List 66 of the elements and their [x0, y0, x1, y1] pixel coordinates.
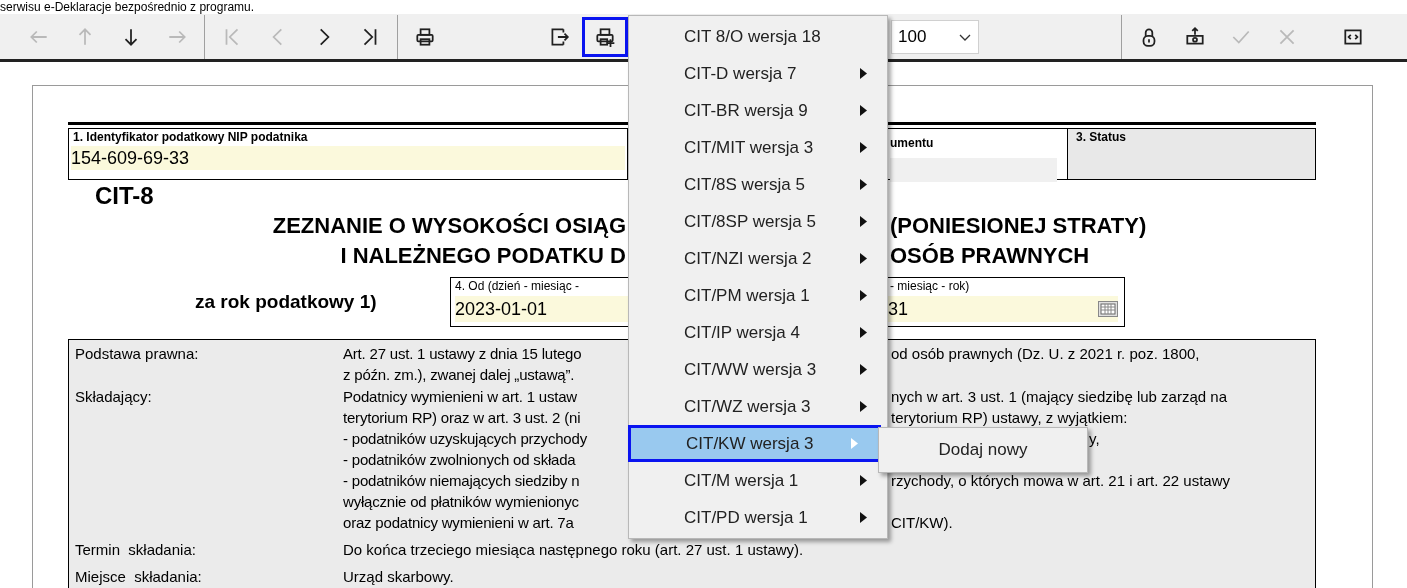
- submenu-arrow-icon: [860, 401, 867, 412]
- field-label: 1. Identyfikator podatkowy NIP podatnika: [72, 130, 309, 144]
- menu-item[interactable]: CIT/NZI wersja 2: [629, 240, 887, 277]
- form-code: CIT-8: [95, 182, 154, 210]
- info-text: Art. 27 ust. 1 ustawy z dnia 15 lutego: [343, 345, 582, 362]
- field-label: umentu: [890, 136, 934, 150]
- info-text: Urząd skarbowy.: [343, 567, 454, 587]
- submenu-arrow-icon: [860, 142, 867, 153]
- submenu-arrow-icon: [860, 327, 867, 338]
- printer-plus-button[interactable]: [582, 16, 628, 57]
- title-text: OSÓB PRAWNYCH: [890, 241, 1090, 270]
- menu-item[interactable]: CIT 8/O wersja 18: [629, 18, 887, 55]
- field-label: - miesiąc - rok): [889, 278, 970, 294]
- info-label: Termin składania:: [75, 541, 196, 558]
- date-value: 2023-01-01: [455, 296, 628, 322]
- submenu-arrow-icon: [860, 179, 867, 190]
- menu-item[interactable]: CIT/WZ wersja 3: [629, 388, 887, 425]
- info-text: CIT/KW).: [891, 513, 953, 533]
- info-text: wyłącznie od płatników wymienionyc: [343, 493, 579, 510]
- submenu-arrow-icon: [860, 364, 867, 375]
- menu-item[interactable]: CIT-D wersja 7: [629, 55, 887, 92]
- title-text: I NALEŻNEGO PODATKU D: [340, 241, 626, 270]
- info-label: Podstawa prawna:: [75, 345, 199, 362]
- info-text: oraz podatnicy wymienieni w art. 7a: [343, 514, 574, 531]
- menu-item[interactable]: CIT/IP wersja 4: [629, 314, 887, 351]
- info-text: terytorium RP) ustawy, z wyjątkiem:: [891, 408, 1128, 428]
- info-label: Składający:: [75, 388, 152, 405]
- field-label: 4. Od (dzień - miesiąc -: [455, 278, 581, 294]
- info-text: - podatników uzyskujących przychody: [343, 430, 587, 447]
- submenu-arrow-icon: [860, 475, 867, 486]
- info-text: nych w art. 3 ust. 1 (mający siedzibę lub zarząd na: [891, 387, 1227, 407]
- info-text: terytorium RP) oraz w art. 3 ust. 2 (ni: [343, 409, 581, 426]
- submenu-arrow-icon: [851, 438, 858, 449]
- submenu-arrow-icon: [860, 290, 867, 301]
- info-text: y,: [1089, 429, 1100, 449]
- submenu-arrow-icon: [860, 105, 867, 116]
- info-label: Miejsce składania:: [75, 568, 202, 585]
- title-text: (PONIESIONEJ STRATY): [890, 211, 1147, 240]
- period-label: za rok podatkowy 1): [195, 289, 378, 314]
- menu-item[interactable]: CIT/PM wersja 1: [629, 277, 887, 314]
- info-text: rzychody, o których mowa w art. 21 i art. 22 ustawy: [891, 471, 1231, 491]
- info-text: - podatników niemających siedziby n: [343, 472, 580, 489]
- nip-value: 154-609-69-33: [71, 146, 625, 170]
- info-text: - podatników zwolnionych od składa: [343, 451, 576, 468]
- title-text: ZEZNANIE O WYSOKOŚCI OSIĄG: [272, 211, 626, 240]
- date-value: 31: [888, 298, 910, 321]
- submenu-arrow-icon: [860, 216, 867, 227]
- menu-item[interactable]: CIT/8SP wersja 5: [629, 203, 887, 240]
- info-text: Podatnicy wymienieni w art. 1 ustaw: [343, 388, 577, 405]
- info-text: Do końca trzeciego miesiąca następnego roku (art. 27 ust. 1 ustawy).: [343, 540, 804, 560]
- submenu-arrow-icon: [860, 253, 867, 264]
- menu-item[interactable]: CIT/KW wersja 3: [628, 425, 881, 462]
- menu-item[interactable]: CIT/MIT wersja 3: [629, 129, 887, 166]
- menu-item[interactable]: CIT/WW wersja 3: [629, 351, 887, 388]
- calendar-icon[interactable]: [1098, 301, 1118, 317]
- menu-item[interactable]: CIT/PD wersja 1: [629, 499, 887, 536]
- info-text: z późn. zm.), zwanej dalej „ustawą”.: [343, 366, 575, 383]
- field-label: 3. Status: [1076, 130, 1127, 144]
- submenu-arrow-icon: [860, 68, 867, 79]
- zoom-dropdown[interactable]: 100: [891, 19, 979, 54]
- menu-item[interactable]: CIT-BR wersja 9: [629, 92, 887, 129]
- submenu-arrow-icon: [860, 512, 867, 523]
- info-text: od osób prawnych (Dz. U. z 2021 r. poz. 1800,: [891, 344, 1200, 364]
- menu-item[interactable]: CIT/M wersja 1: [629, 462, 887, 499]
- intro-text: serwisu e-Deklaracje bezpośrednio z programu.: [0, 0, 255, 14]
- menu-item[interactable]: CIT/8S wersja 5: [629, 166, 887, 203]
